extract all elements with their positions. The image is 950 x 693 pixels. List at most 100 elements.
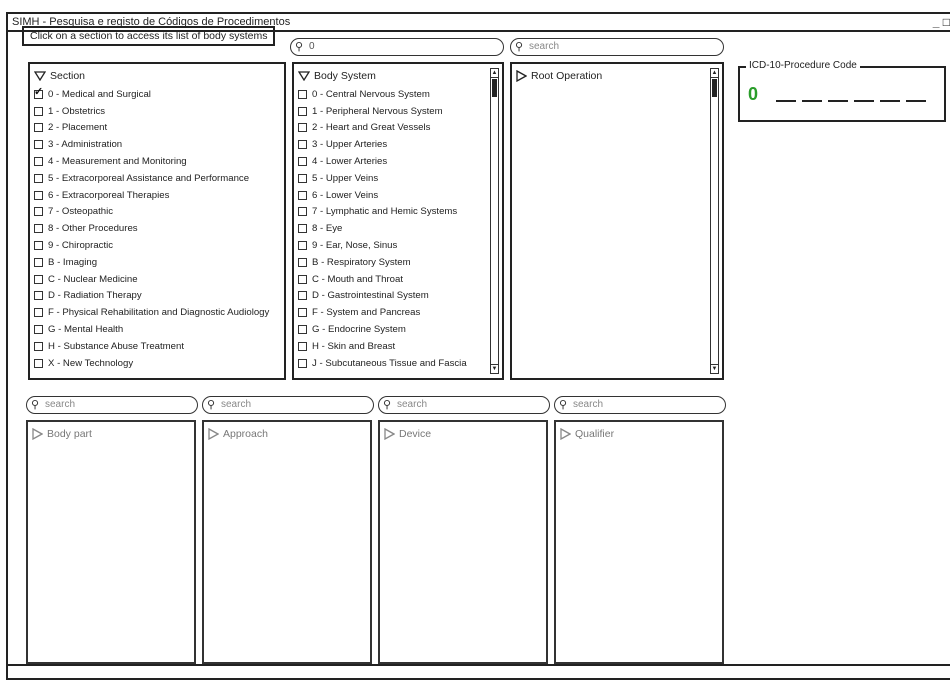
body-system-item[interactable]: 8 - Eye (298, 220, 502, 237)
body-system-checkbox[interactable] (298, 224, 307, 234)
body-system-item[interactable]: D - Gastrointestinal System (298, 288, 502, 305)
body-system-checkbox[interactable] (298, 207, 307, 217)
section-item[interactable]: D - Radiation Therapy (34, 288, 284, 305)
body-system-item[interactable]: 7 - Lymphatic and Hemic Systems (298, 204, 502, 221)
section-item[interactable]: 6 - Extracorporeal Therapies (34, 187, 284, 204)
approach-search-input[interactable]: ⚲ search (202, 396, 374, 414)
status-bar (8, 664, 950, 678)
section-checkbox[interactable] (34, 291, 43, 301)
section-item[interactable]: 4 - Measurement and Monitoring (34, 153, 284, 170)
device-panel-header[interactable]: Device (380, 422, 546, 442)
section-checkbox[interactable] (34, 341, 43, 351)
expand-right-icon (32, 428, 43, 440)
section-checkbox[interactable] (34, 207, 43, 217)
section-item[interactable]: G - Mental Health (34, 321, 284, 338)
body-system-item[interactable]: C - Mouth and Throat (298, 271, 502, 288)
body-part-search-input[interactable]: ⚲ search (26, 396, 198, 414)
section-item[interactable]: 9 - Chiropractic (34, 237, 284, 254)
section-checkbox[interactable] (34, 140, 43, 150)
body-system-item[interactable]: 0 - Central Nervous System (298, 86, 502, 103)
section-item[interactable]: 7 - Osteopathic (34, 204, 284, 221)
section-checkbox[interactable] (34, 241, 43, 251)
section-checkbox[interactable] (34, 123, 43, 133)
body-system-checkbox[interactable] (298, 241, 307, 251)
window-controls[interactable]: _ □ (933, 14, 950, 31)
section-checkbox[interactable] (34, 190, 43, 200)
section-checkbox[interactable] (34, 274, 43, 284)
body-system-checkbox[interactable] (298, 89, 307, 99)
section-item-label: X - New Technology (48, 357, 134, 369)
scroll-down-icon[interactable]: ▼ (711, 364, 718, 373)
body-system-checkbox[interactable] (298, 106, 307, 116)
body-system-item-label: 3 - Upper Arteries (312, 139, 388, 151)
section-checkbox[interactable] (34, 325, 43, 335)
body-system-item[interactable]: 6 - Lower Veins (298, 187, 502, 204)
body-system-item[interactable]: H - Skin and Breast (298, 338, 502, 355)
body-system-item[interactable]: 1 - Peripheral Nervous System (298, 103, 502, 120)
section-item[interactable]: 8 - Other Procedures (34, 220, 284, 237)
body-system-item[interactable]: 2 - Heart and Great Vessels (298, 120, 502, 137)
body-system-item-label: 7 - Lymphatic and Hemic Systems (312, 206, 458, 218)
scroll-up-icon[interactable]: ▲ (491, 69, 498, 78)
scroll-thumb[interactable] (712, 79, 717, 97)
section-checkbox[interactable] (34, 308, 43, 318)
scroll-thumb[interactable] (492, 79, 497, 97)
body-system-checkbox[interactable] (298, 274, 307, 284)
body-system-item[interactable]: 9 - Ear, Nose, Sinus (298, 237, 502, 254)
section-item[interactable]: 5 - Extracorporeal Assistance and Perfor… (34, 170, 284, 187)
section-item[interactable]: 2 - Placement (34, 120, 284, 137)
section-item[interactable]: B - Imaging (34, 254, 284, 271)
scroll-down-icon[interactable]: ▼ (491, 364, 498, 373)
search-icon: ⚲ (515, 41, 524, 53)
body-part-panel-header[interactable]: Body part (28, 422, 194, 442)
body-system-checkbox[interactable] (298, 325, 307, 335)
section-item[interactable]: H - Substance Abuse Treatment (34, 338, 284, 355)
root-operation-panel: Root Operation ▲ ▼ (510, 62, 724, 380)
section-checkbox[interactable] (34, 173, 43, 183)
body-system-checkbox[interactable] (298, 123, 307, 133)
approach-panel-header[interactable]: Approach (204, 422, 370, 442)
section-checkbox[interactable] (34, 257, 43, 267)
section-item[interactable]: C - Nuclear Medicine (34, 271, 284, 288)
body-system-checkbox[interactable] (298, 190, 307, 200)
body-system-checkbox[interactable] (298, 140, 307, 150)
body-system-checkbox[interactable] (298, 358, 307, 368)
section-checkbox[interactable] (34, 85, 43, 99)
body-system-checkbox[interactable] (298, 291, 307, 301)
section-checkbox[interactable] (34, 358, 43, 368)
body-system-item[interactable]: B - Respiratory System (298, 254, 502, 271)
qualifier-search-input[interactable]: ⚲ search (554, 396, 726, 414)
section-checkbox[interactable] (34, 106, 43, 116)
body-system-scrollbar[interactable]: ▲ ▼ (490, 68, 499, 374)
section-item[interactable]: F - Physical Rehabilitation and Diagnost… (34, 304, 284, 321)
scroll-up-icon[interactable]: ▲ (711, 69, 718, 78)
section-checkbox[interactable] (34, 224, 43, 234)
body-system-checkbox[interactable] (298, 341, 307, 351)
body-system-item[interactable]: J - Subcutaneous Tissue and Fascia (298, 355, 502, 372)
section-item[interactable]: 3 - Administration (34, 136, 284, 153)
body-system-item[interactable]: F - System and Pancreas (298, 304, 502, 321)
body-system-item[interactable]: 4 - Lower Arteries (298, 153, 502, 170)
section-checkbox[interactable] (34, 157, 43, 167)
body-system-item[interactable]: 3 - Upper Arteries (298, 136, 502, 153)
body-system-item-label: 6 - Lower Veins (312, 189, 379, 201)
expand-down-icon (34, 71, 46, 81)
section-panel-header[interactable]: Section (30, 64, 284, 84)
section-item[interactable]: X - New Technology (34, 355, 284, 372)
qualifier-panel-header[interactable]: Qualifier (556, 422, 722, 442)
root-operation-scrollbar[interactable]: ▲ ▼ (710, 68, 719, 374)
body-system-panel-header[interactable]: Body System (294, 64, 502, 84)
body-system-item[interactable]: G - Endocrine System (298, 321, 502, 338)
root-operation-search-input[interactable]: ⚲ search (510, 38, 724, 56)
body-system-checkbox[interactable] (298, 173, 307, 183)
root-operation-panel-header[interactable]: Root Operation (512, 64, 722, 84)
section-item[interactable]: 0 - Medical and Surgical (34, 85, 284, 103)
device-search-input[interactable]: ⚲ search (378, 396, 550, 414)
body-system-checkbox[interactable] (298, 257, 307, 267)
section-item[interactable]: 1 - Obstetrics (34, 103, 284, 120)
section-search-input[interactable]: ⚲ 0 (290, 38, 504, 56)
section-item-label: 7 - Osteopathic (48, 206, 114, 218)
body-system-item[interactable]: 5 - Upper Veins (298, 170, 502, 187)
body-system-checkbox[interactable] (298, 157, 307, 167)
body-system-checkbox[interactable] (298, 308, 307, 318)
